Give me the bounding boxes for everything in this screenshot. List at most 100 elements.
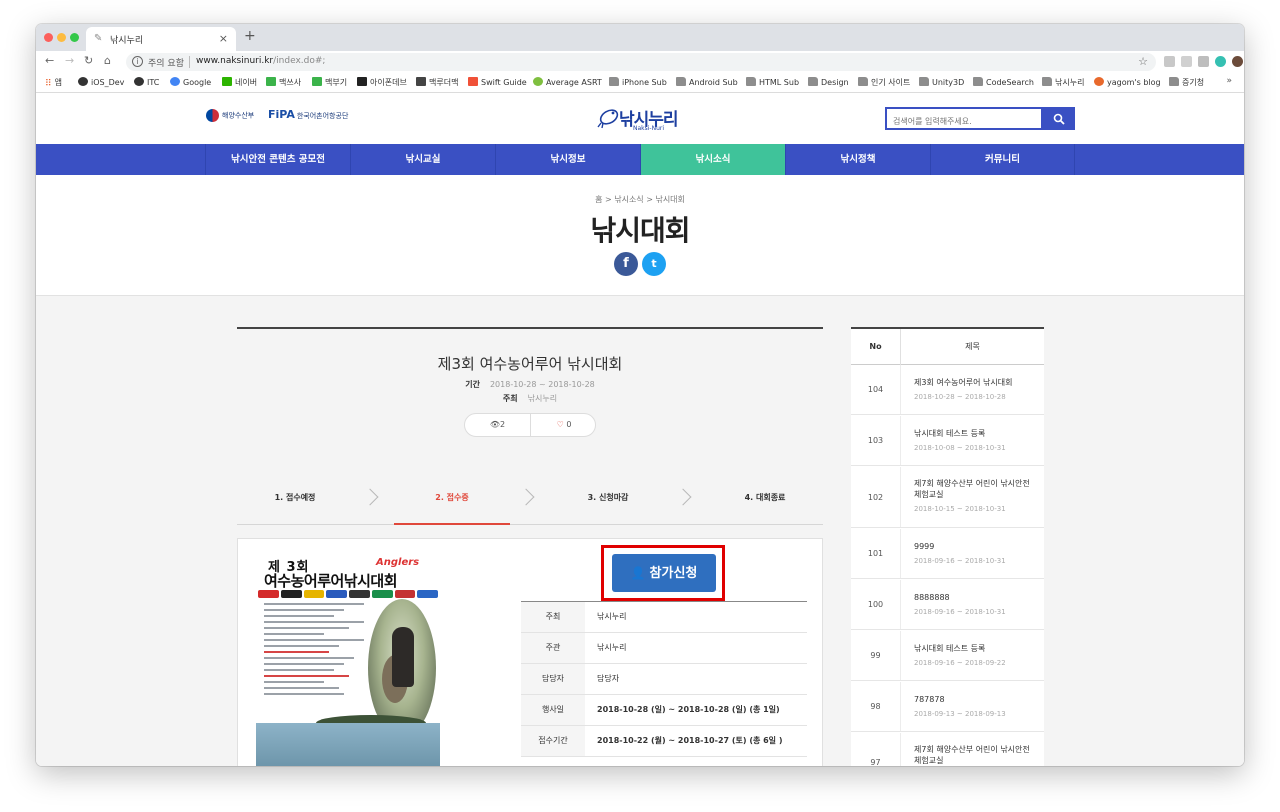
site-icon (533, 77, 543, 86)
nav-item-news[interactable]: 낚시소식 (640, 144, 785, 175)
url-text[interactable]: www.naksinuri.kr/index.do#; (196, 56, 325, 66)
event-title: 제3회 여수농어루어 낚시대회 (437, 355, 623, 373)
list-item[interactable]: 100 8888888 2018-09-16 ~ 2018-10-31 (851, 580, 1044, 630)
poster-details (264, 603, 364, 699)
column-header-title: 제목 (965, 342, 980, 351)
bookmark-folder[interactable]: 낚시누리 (1042, 77, 1084, 88)
list-item[interactable]: 99 낚시대회 테스트 등록 2018-09-16 ~ 2018-09-22 (851, 631, 1044, 681)
tab-strip: ✎ 낚시누리 × + (36, 24, 1244, 51)
list-item[interactable]: 102 제7회 해양수산부 어린이 낚시안전 체험교실 2018-10-15 ~… (851, 467, 1044, 528)
search-box (885, 107, 1043, 131)
info-icon[interactable]: i (132, 56, 143, 67)
like-button[interactable]: ♡ 0 (531, 414, 597, 436)
event-counters: 👁2 ♡ 0 (464, 413, 596, 437)
page-title: 낚시대회 (590, 214, 690, 247)
bookmark-item[interactable]: iOS_Dev (78, 77, 124, 87)
folder-icon (1042, 77, 1052, 86)
nav-item-contest[interactable]: 낚시안전 콘텐츠 공모전 (205, 144, 350, 175)
forward-icon[interactable]: → (65, 54, 74, 67)
nav-item-policy[interactable]: 낚시정책 (785, 144, 930, 175)
address-bar[interactable]: i 주의 요함 www.naksinuri.kr/index.do#; ☆ (126, 53, 1156, 71)
google-icon (170, 77, 180, 86)
info-row: 주최 낚시누리 (521, 602, 807, 633)
poster-sponsors (258, 590, 438, 598)
list-item[interactable]: 103 낚시대회 테스트 등록 2018-10-08 ~ 2018-10-31 (851, 416, 1044, 466)
site-page: 해양수산부 FiPA 한국어촌어항공단 낚시누리 Naksi-Nuri 검색어를… (36, 93, 1244, 766)
search-input[interactable] (887, 112, 1041, 131)
nav-item-community[interactable]: 커뮤니티 (930, 144, 1075, 175)
search-icon (1053, 113, 1065, 125)
chevron-right-icon (517, 488, 535, 506)
mof-logo[interactable]: 해양수산부 (206, 109, 254, 122)
info-value: 낚시누리 (597, 643, 627, 652)
bookmark-folder[interactable]: Unity3D (919, 77, 964, 87)
poster-sea (256, 723, 440, 766)
extension-icon[interactable] (1215, 56, 1226, 67)
event-list: No 제목 104 제3회 여수농어루어 낚시대회 2018-10-28 ~ 2… (851, 327, 1044, 766)
bookmark-item[interactable]: yagom's blog (1094, 77, 1161, 87)
back-icon[interactable]: ← (45, 54, 54, 67)
folder-icon (1169, 77, 1179, 86)
fipa-logo[interactable]: FiPA 한국어촌어항공단 (268, 108, 348, 121)
apply-button[interactable]: 👤 참가신청 (612, 554, 716, 592)
apple-icon (134, 77, 144, 86)
event-info-table: 주최 낚시누리 주관 낚시누리 담당자 담당자 행사일 2018-10-28 (… (521, 601, 807, 757)
extension-icon[interactable] (1181, 56, 1192, 67)
bookmark-item[interactable]: 아이폰데브 (357, 77, 407, 88)
swift-icon (468, 77, 478, 86)
tab-close-icon[interactable]: × (219, 32, 228, 45)
site-logo[interactable]: 낚시누리 Naksi-Nuri (597, 103, 697, 135)
maximize-window-button[interactable] (70, 33, 79, 42)
poster-anglers-logo: Anglers (376, 557, 420, 568)
info-label: 접수기간 (521, 726, 585, 756)
bookmark-folder[interactable]: Design (808, 77, 849, 87)
bookmark-folder[interactable]: iPhone Sub (609, 77, 667, 87)
main-navigation: 낚시안전 콘텐츠 공모전 낚시교실 낚시정보 낚시소식 낚시정책 커뮤니티 (36, 144, 1244, 175)
bookmark-item[interactable]: 네이버 (222, 77, 257, 88)
bookmark-item[interactable]: 맥쓰사 (266, 77, 301, 88)
eye-icon: 👁 (489, 420, 501, 429)
close-window-button[interactable] (44, 33, 53, 42)
list-header: No 제목 (851, 329, 1044, 365)
minimize-window-button[interactable] (57, 33, 66, 42)
bookmark-item[interactable]: Google (170, 77, 211, 87)
event-period: 기간 2018-10-28 ~ 2018-10-28 (465, 380, 595, 389)
list-item[interactable]: 97 제7회 해양수산부 어린이 낚시안전 체험교실 (851, 733, 1044, 766)
folder-icon (609, 77, 619, 86)
site-favicon-icon: ✎ (94, 33, 103, 44)
url-divider (189, 56, 190, 68)
list-item[interactable]: 98 787878 2018-09-13 ~ 2018-09-13 (851, 682, 1044, 732)
step-closed: 3. 신청마감 (587, 493, 629, 502)
search-button[interactable] (1043, 107, 1075, 130)
bookmark-folder[interactable]: Android Sub (676, 77, 738, 87)
bookmark-folder[interactable]: 인기 사이트 (858, 77, 910, 88)
bookmark-item[interactable]: 맥부기 (312, 77, 347, 88)
home-icon[interactable]: ⌂ (104, 54, 111, 67)
folder-icon (676, 77, 686, 86)
bookmark-item[interactable]: Average ASRT (533, 77, 602, 87)
list-item[interactable]: 101 9999 2018-09-16 ~ 2018-10-31 (851, 529, 1044, 579)
browser-tab[interactable]: ✎ 낚시누리 × (86, 27, 236, 51)
twitter-share-icon[interactable]: t (642, 252, 666, 276)
extension-icon[interactable] (1164, 56, 1175, 67)
nav-item-class[interactable]: 낚시교실 (350, 144, 495, 175)
bookmark-folder[interactable]: 증기청 (1169, 77, 1204, 88)
bookmark-folder[interactable]: HTML Sub (746, 77, 799, 87)
profile-avatar[interactable] (1232, 56, 1243, 67)
bookmark-star-icon[interactable]: ☆ (1138, 55, 1148, 68)
bookmark-item[interactable]: Swift Guide (468, 77, 527, 87)
facebook-share-icon[interactable]: f (614, 252, 638, 276)
blog-icon (1094, 77, 1104, 86)
extension-icon[interactable] (1198, 56, 1209, 67)
nav-item-info[interactable]: 낚시정보 (495, 144, 640, 175)
bookmark-item[interactable]: 맥루더맥 (416, 77, 458, 88)
bookmark-item[interactable]: ITC (134, 77, 159, 87)
reload-icon[interactable]: ↻ (84, 54, 93, 67)
bookmarks-more-icon[interactable]: » (1226, 76, 1232, 86)
info-row: 담당자 담당자 (521, 664, 807, 695)
chevron-right-icon (361, 488, 379, 506)
list-item[interactable]: 104 제3회 여수농어루어 낚시대회 2018-10-28 ~ 2018-10… (851, 365, 1044, 415)
bookmark-folder[interactable]: CodeSearch (973, 77, 1034, 87)
new-tab-button[interactable]: + (244, 28, 256, 44)
bookmark-apps[interactable]: ⠿ 앱 (45, 77, 62, 89)
